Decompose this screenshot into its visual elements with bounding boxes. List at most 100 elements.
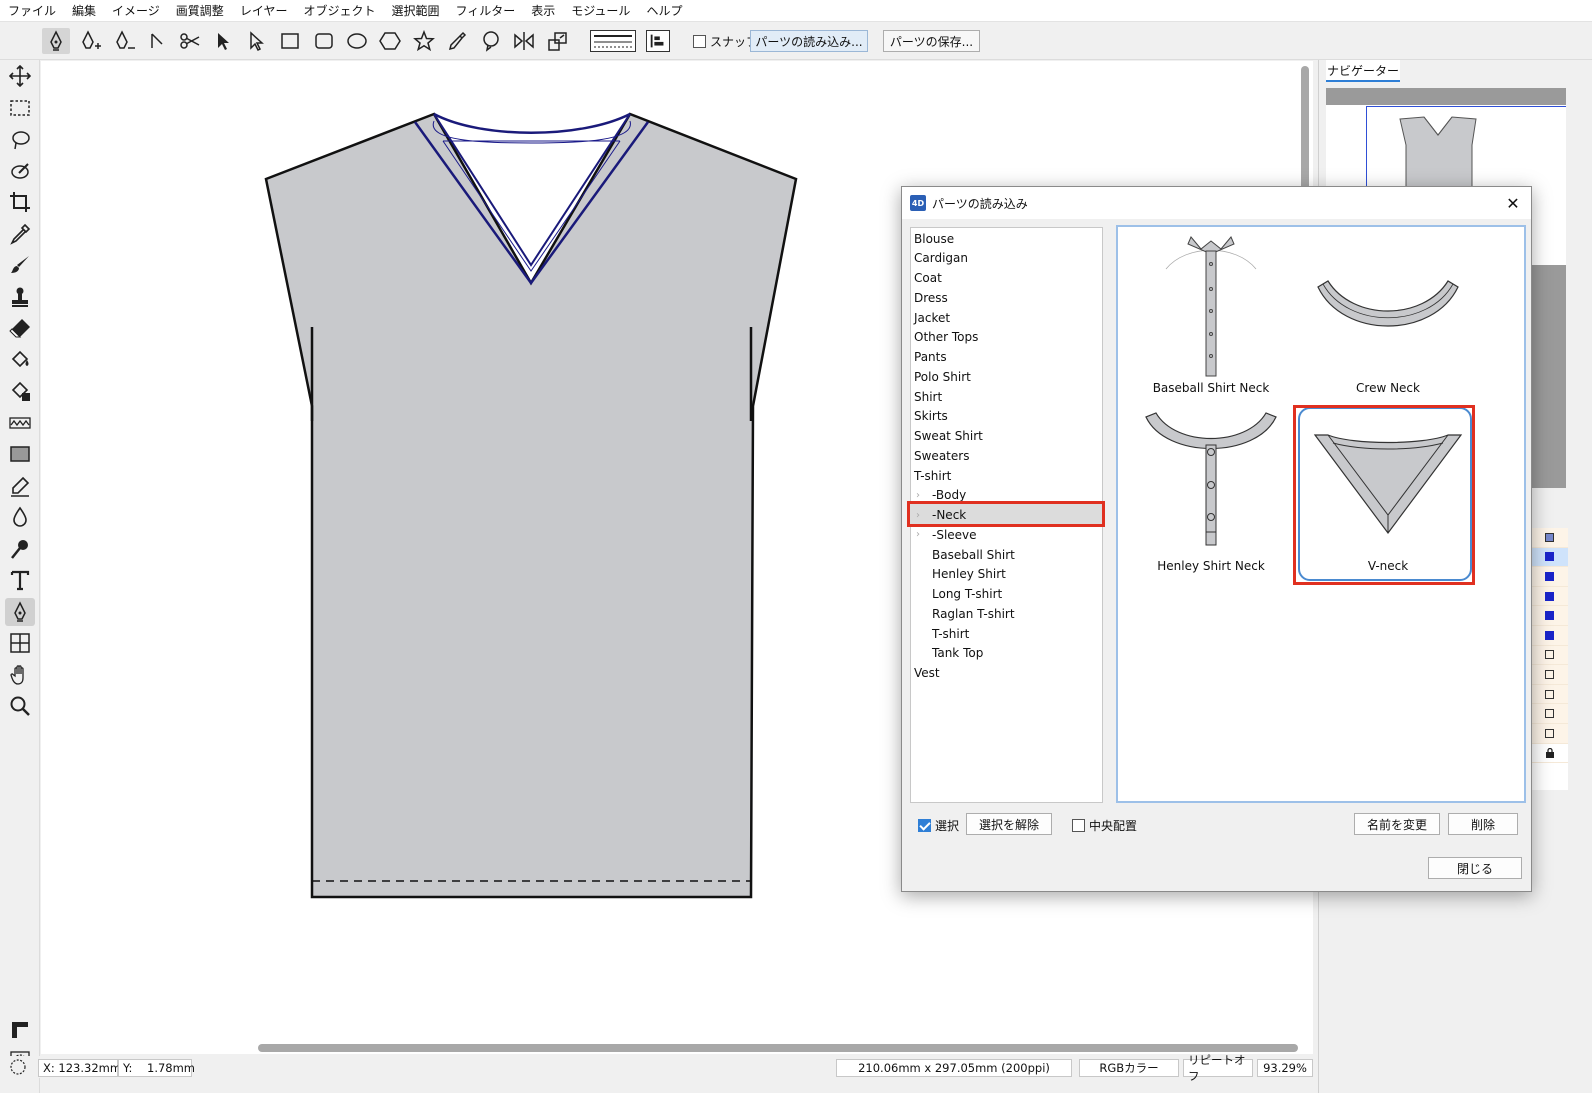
delete-button[interactable]: 削除 bbox=[1448, 813, 1518, 835]
menu-edit[interactable]: 編集 bbox=[72, 2, 96, 19]
polygon-tool-icon[interactable] bbox=[376, 28, 404, 54]
magic-selection-icon[interactable] bbox=[5, 157, 35, 185]
menu-selection[interactable]: 選択範囲 bbox=[391, 2, 439, 19]
category-item[interactable]: Coat bbox=[914, 269, 942, 288]
menu-adjust[interactable]: 画質調整 bbox=[176, 2, 224, 19]
deselect-button[interactable]: 選択を解除 bbox=[966, 813, 1052, 835]
transform-icon[interactable] bbox=[544, 28, 572, 54]
snap-checkbox-box[interactable] bbox=[693, 35, 706, 48]
stamp-icon[interactable] bbox=[5, 283, 35, 311]
category-item[interactable]: Dress bbox=[914, 288, 948, 307]
line-style-icon[interactable] bbox=[590, 30, 636, 52]
menu-module[interactable]: モジュール bbox=[571, 2, 630, 19]
category-item[interactable]: Pants bbox=[914, 348, 947, 367]
save-parts-button[interactable]: パーツの保存... bbox=[883, 30, 980, 52]
crop-icon[interactable] bbox=[5, 188, 35, 216]
category-item[interactable]: Baseball Shirt bbox=[932, 545, 1015, 564]
scissors-icon[interactable] bbox=[176, 28, 204, 54]
category-item[interactable]: Cardigan bbox=[914, 249, 968, 268]
menu-file[interactable]: ファイル bbox=[8, 2, 56, 19]
shape-fill-icon[interactable] bbox=[5, 440, 35, 468]
lock-icon[interactable] bbox=[1531, 743, 1568, 764]
select-checkbox-box[interactable] bbox=[918, 819, 931, 832]
mirror-icon[interactable] bbox=[510, 28, 538, 54]
text-tool-icon[interactable] bbox=[5, 566, 35, 594]
layer-row[interactable] bbox=[1531, 567, 1568, 587]
hand-icon[interactable] bbox=[5, 661, 35, 689]
layer-row[interactable] bbox=[1531, 665, 1568, 685]
layer-row[interactable] bbox=[1531, 606, 1568, 626]
menu-object[interactable]: オブジェクト bbox=[303, 2, 375, 19]
pen-active-icon[interactable] bbox=[5, 598, 35, 626]
pen-edit-icon[interactable] bbox=[5, 472, 35, 500]
convert-anchor-icon[interactable] bbox=[143, 28, 171, 54]
eyedropper-icon[interactable] bbox=[443, 28, 471, 54]
snap-checkbox[interactable]: スナップ bbox=[693, 33, 758, 50]
layer-row[interactable] bbox=[1531, 704, 1568, 724]
grid-icon[interactable] bbox=[5, 629, 35, 657]
layer-row[interactable] bbox=[1531, 528, 1568, 548]
lasso-icon[interactable] bbox=[5, 126, 35, 154]
layer-row[interactable] bbox=[1531, 684, 1568, 705]
rectangle-tool-icon[interactable] bbox=[276, 28, 304, 54]
rename-button[interactable]: 名前を変更 bbox=[1354, 813, 1440, 835]
menu-help[interactable]: ヘルプ bbox=[646, 2, 682, 19]
center-checkbox-box[interactable] bbox=[1072, 819, 1085, 832]
ellipse-tool-icon[interactable] bbox=[343, 28, 371, 54]
category-item[interactable]: Sweaters bbox=[914, 446, 969, 465]
add-anchor-icon[interactable] bbox=[76, 28, 104, 54]
close-icon[interactable]: ✕ bbox=[1503, 193, 1523, 213]
layer-row[interactable] bbox=[1531, 547, 1568, 568]
category-item[interactable]: › -Sleeve bbox=[916, 525, 977, 544]
chevron-right-icon[interactable]: › bbox=[916, 529, 920, 540]
close-button[interactable]: 閉じる bbox=[1428, 857, 1522, 879]
pen-tool-icon[interactable] bbox=[42, 28, 70, 54]
dialog-titlebar[interactable]: 4D パーツの読み込み ✕ bbox=[902, 187, 1531, 219]
category-item[interactable]: Long T-shirt bbox=[932, 585, 1002, 604]
tab-navigator[interactable]: ナビゲーター bbox=[1326, 60, 1400, 82]
star-tool-icon[interactable] bbox=[410, 28, 438, 54]
layer-row[interactable] bbox=[1531, 723, 1568, 744]
category-item[interactable]: Blouse bbox=[914, 229, 954, 248]
part-crew-neck[interactable]: Crew Neck bbox=[1303, 229, 1473, 399]
category-item[interactable]: Raglan T-shirt bbox=[932, 604, 1015, 623]
marquee-icon[interactable] bbox=[5, 94, 35, 122]
part-baseball-shirt-neck[interactable]: Baseball Shirt Neck bbox=[1126, 229, 1296, 399]
paint-bucket-icon[interactable] bbox=[5, 346, 35, 374]
category-item[interactable]: Vest bbox=[914, 664, 940, 683]
zoom-icon[interactable] bbox=[5, 692, 35, 720]
layer-row[interactable] bbox=[1531, 586, 1568, 607]
move-icon[interactable] bbox=[5, 62, 35, 90]
chevron-right-icon[interactable]: › bbox=[916, 490, 920, 501]
category-item[interactable]: Tank Top bbox=[932, 644, 983, 663]
blur-drop-icon[interactable] bbox=[5, 503, 35, 531]
category-item[interactable]: Sweat Shirt bbox=[914, 427, 983, 446]
category-item[interactable]: T-shirt bbox=[932, 624, 969, 643]
navigator-view-frame[interactable] bbox=[1366, 106, 1566, 188]
rounded-rectangle-icon[interactable] bbox=[310, 28, 338, 54]
menu-filter[interactable]: フィルター bbox=[455, 2, 515, 19]
align-icon[interactable] bbox=[646, 30, 670, 52]
center-checkbox[interactable]: 中央配置 bbox=[1072, 817, 1137, 834]
brush-icon[interactable] bbox=[5, 251, 35, 279]
horizontal-scrollbar[interactable] bbox=[258, 1044, 1298, 1052]
selection-arrow-icon[interactable] bbox=[209, 28, 237, 54]
dropper-icon[interactable] bbox=[5, 220, 35, 248]
layer-row[interactable] bbox=[1531, 645, 1568, 666]
category-item[interactable]: T-shirt bbox=[914, 466, 951, 485]
pattern-fill-icon[interactable] bbox=[5, 377, 35, 405]
part-henley-shirt-neck[interactable]: Henley Shirt Neck bbox=[1126, 407, 1296, 577]
eraser-icon[interactable] bbox=[5, 314, 35, 342]
menu-layer[interactable]: レイヤー bbox=[240, 2, 288, 19]
load-parts-button[interactable]: パーツの読み込み... bbox=[750, 30, 868, 52]
category-item[interactable]: Henley Shirt bbox=[932, 565, 1006, 584]
direct-selection-icon[interactable] bbox=[242, 28, 270, 54]
category-item[interactable]: Skirts bbox=[914, 407, 948, 426]
lasso-shape-icon[interactable] bbox=[477, 28, 505, 54]
category-item[interactable]: Jacket bbox=[914, 308, 950, 327]
ruler-icon[interactable] bbox=[5, 1016, 35, 1044]
smudge-icon[interactable] bbox=[5, 535, 35, 563]
select-checkbox[interactable]: 選択 bbox=[918, 817, 959, 834]
menu-view[interactable]: 表示 bbox=[531, 2, 555, 19]
category-item[interactable]: Shirt bbox=[914, 387, 942, 406]
